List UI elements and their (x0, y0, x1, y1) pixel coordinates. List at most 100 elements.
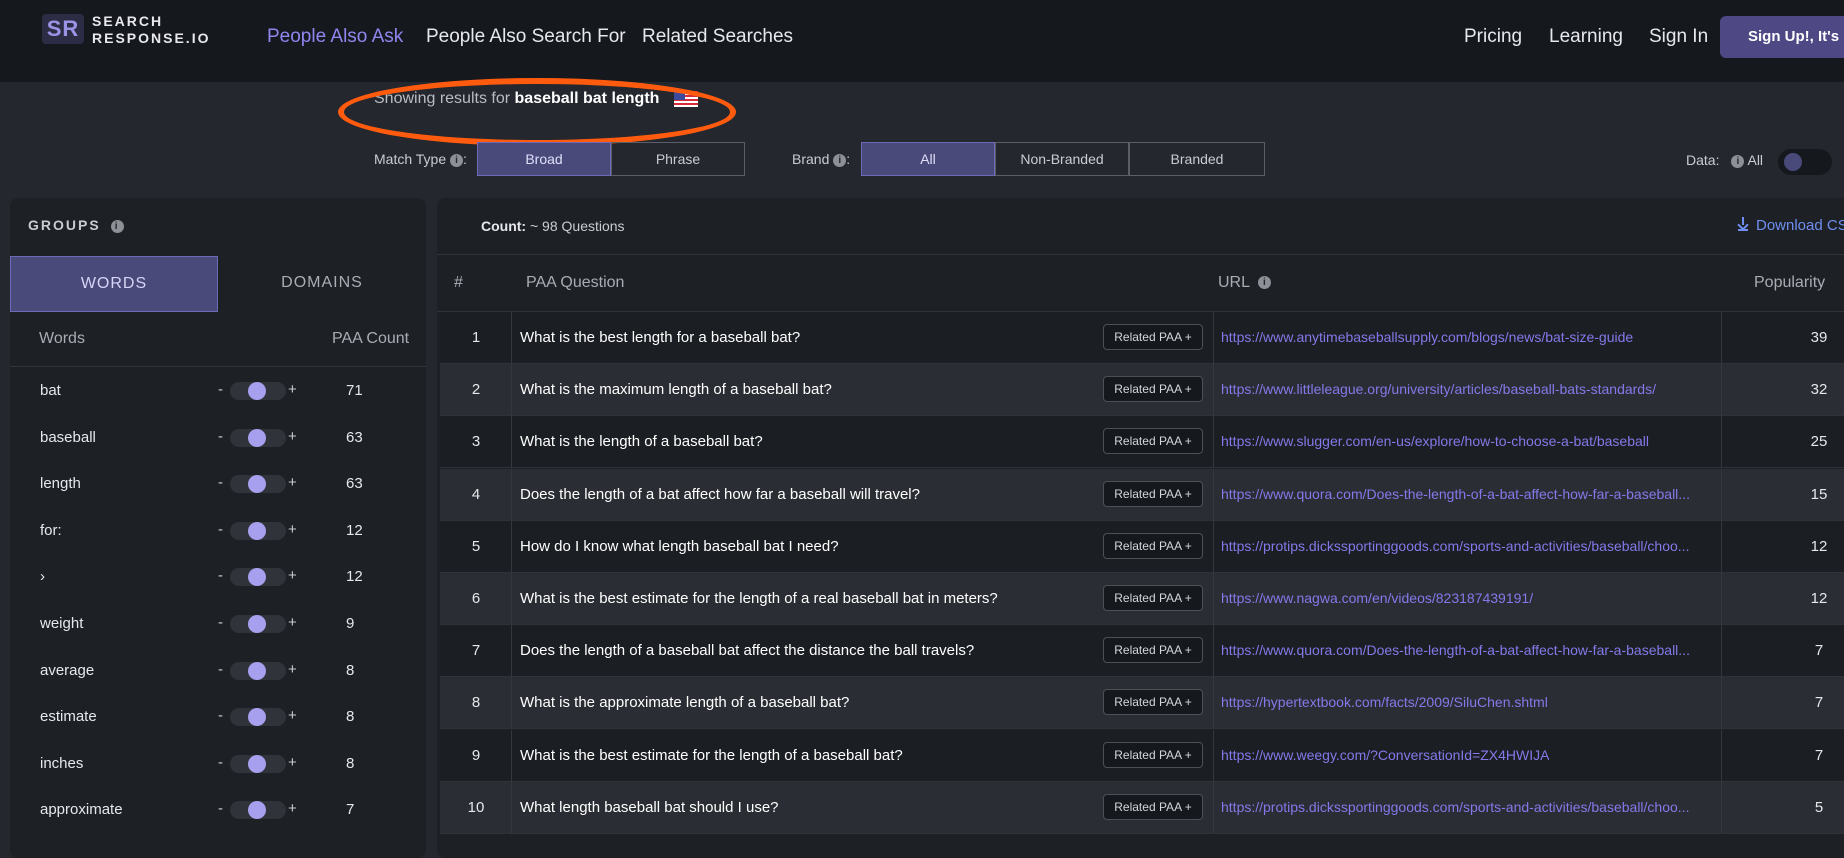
paa-question[interactable]: What is the maximum length of a baseball… (520, 381, 832, 398)
match-broad-button[interactable]: Broad (477, 142, 611, 176)
decrease-button[interactable]: - (218, 800, 223, 817)
word-paa-count: 8 (346, 661, 355, 679)
column-divider (511, 729, 512, 782)
column-divider (1213, 781, 1214, 834)
increase-button[interactable]: + (288, 474, 297, 491)
word-slider-handle[interactable] (248, 521, 266, 540)
match-phrase-button[interactable]: Phrase (611, 142, 745, 176)
words-column-header: Words (39, 330, 85, 347)
nav-pricing[interactable]: Pricing (1464, 26, 1522, 48)
related-paa-button[interactable]: Related PAA + (1103, 428, 1203, 455)
increase-button[interactable]: + (288, 381, 297, 398)
info-icon[interactable]: i (1731, 154, 1745, 168)
decrease-button[interactable]: - (218, 381, 223, 398)
word-paa-count: 12 (346, 521, 363, 539)
decrease-button[interactable]: - (218, 521, 223, 538)
paa-question[interactable]: Does the length of a bat affect how far … (520, 486, 920, 503)
paa-question[interactable]: Does the length of a baseball bat affect… (520, 642, 974, 659)
word-slider-handle[interactable] (248, 615, 266, 633)
related-paa-button[interactable]: Related PAA + (1103, 689, 1203, 716)
result-url-link[interactable]: https://www.quora.com/Does-the-length-of… (1221, 642, 1690, 658)
increase-button[interactable]: + (288, 754, 297, 771)
nav-sign-in[interactable]: Sign In (1649, 26, 1708, 48)
nav-learning[interactable]: Learning (1549, 26, 1623, 48)
related-paa-button[interactable]: Related PAA + (1103, 741, 1203, 768)
info-icon[interactable]: i (1257, 276, 1271, 290)
result-url-link[interactable]: https://protips.dickssportinggoods.com/s… (1221, 538, 1689, 554)
increase-button[interactable]: + (288, 567, 297, 584)
decrease-button[interactable]: - (218, 567, 223, 584)
related-paa-button[interactable]: Related PAA + (1103, 480, 1203, 507)
paa-question[interactable]: What is the best estimate for the length… (520, 747, 903, 764)
result-url-link[interactable]: https://www.littleleague.org/university/… (1221, 381, 1656, 397)
related-paa-button[interactable]: Related PAA + (1103, 637, 1203, 664)
word-label: average (40, 661, 95, 679)
decrease-button[interactable]: - (218, 707, 223, 724)
paa-question[interactable]: What is the best length for a baseball b… (520, 329, 800, 346)
increase-button[interactable]: + (288, 614, 297, 631)
table-row: 3 What is the length of a baseball bat? Re… (440, 416, 1844, 469)
result-url-link[interactable]: https://protips.dickssportinggoods.com/s… (1221, 799, 1689, 815)
nav-people-also-ask[interactable]: People Also Ask (267, 26, 403, 48)
nav-people-also-search-for[interactable]: People Also Search For (426, 26, 626, 48)
paa-question[interactable]: How do I know what length baseball bat I… (520, 538, 839, 555)
info-icon[interactable]: i (450, 153, 464, 167)
column-divider (1213, 364, 1214, 417)
brand-all-button[interactable]: All (861, 142, 995, 176)
brand-non-branded-button[interactable]: Non-Branded (995, 142, 1129, 176)
column-divider (1213, 468, 1214, 521)
result-url-link[interactable]: https://www.nagwa.com/en/videos/82318743… (1221, 590, 1533, 606)
word-slider-handle[interactable] (248, 661, 266, 680)
decrease-button[interactable]: - (218, 474, 223, 491)
decrease-button[interactable]: - (218, 754, 223, 771)
decrease-button[interactable]: - (218, 661, 223, 678)
related-paa-button[interactable]: Related PAA + (1103, 324, 1203, 350)
word-slider-handle[interactable] (248, 428, 266, 447)
tab-domains[interactable]: DOMAINS (218, 256, 426, 312)
decrease-button[interactable]: - (218, 428, 223, 445)
related-paa-button[interactable]: Related PAA + (1103, 532, 1203, 559)
word-slider-handle[interactable] (248, 754, 266, 773)
logo-mark[interactable]: SR (42, 14, 84, 44)
related-paa-button[interactable]: Related PAA + (1103, 793, 1203, 820)
increase-button[interactable]: + (288, 707, 297, 724)
paa-question[interactable]: What is the length of a baseball bat? (520, 433, 763, 450)
info-icon[interactable]: i (110, 219, 124, 233)
info-icon[interactable]: i (833, 153, 847, 167)
result-url-link[interactable]: https://www.quora.com/Does-the-length-of… (1221, 486, 1690, 502)
decrease-button[interactable]: - (218, 614, 223, 631)
word-label: baseball (40, 428, 96, 446)
data-toggle-knob[interactable] (1784, 153, 1802, 171)
nav-related-searches[interactable]: Related Searches (642, 26, 793, 48)
increase-button[interactable]: + (288, 661, 297, 678)
result-url-link[interactable]: https://www.slugger.com/en-us/explore/ho… (1221, 433, 1649, 449)
result-url-link[interactable]: https://www.anytimebaseballsupply.com/bl… (1221, 329, 1633, 345)
col-header-popularity[interactable]: Popularity (1754, 274, 1825, 292)
result-url-link[interactable]: https://hypertextbook.com/facts/2009/Sil… (1221, 694, 1548, 710)
download-csv-link[interactable]: Download CS (1738, 217, 1844, 234)
col-header-url: URL i (1218, 274, 1271, 292)
paa-question[interactable]: What is the approximate length of a base… (520, 694, 849, 711)
popularity-value: 25 (1810, 433, 1828, 451)
increase-button[interactable]: + (288, 521, 297, 538)
logo-text-line1[interactable]: SEARCH (92, 13, 163, 29)
column-divider (1721, 520, 1722, 573)
word-row: approximate - +7 (10, 787, 426, 833)
word-row: length - +63 (10, 461, 426, 507)
increase-button[interactable]: + (288, 800, 297, 817)
paa-question[interactable]: What is the best estimate for the length… (520, 590, 998, 607)
word-slider-handle[interactable] (248, 382, 266, 400)
paa-question[interactable]: What length baseball bat should I use? (520, 799, 779, 816)
table-row: 1 What is the best length for a baseball … (440, 312, 1844, 364)
column-divider (1721, 781, 1722, 834)
tab-words[interactable]: WORDS (10, 256, 218, 312)
row-number: 1 (471, 329, 481, 346)
related-paa-button[interactable]: Related PAA + (1103, 585, 1203, 611)
column-divider (1721, 312, 1722, 364)
logo-text-line2[interactable]: RESPONSE.IO (92, 30, 210, 46)
related-paa-button[interactable]: Related PAA + (1103, 376, 1203, 403)
sign-up-button[interactable]: Sign Up!, It's Fr (1720, 16, 1844, 58)
brand-branded-button[interactable]: Branded (1129, 142, 1265, 176)
increase-button[interactable]: + (288, 428, 297, 445)
result-url-link[interactable]: https://www.weegy.com/?ConversationId=ZX… (1221, 747, 1549, 763)
